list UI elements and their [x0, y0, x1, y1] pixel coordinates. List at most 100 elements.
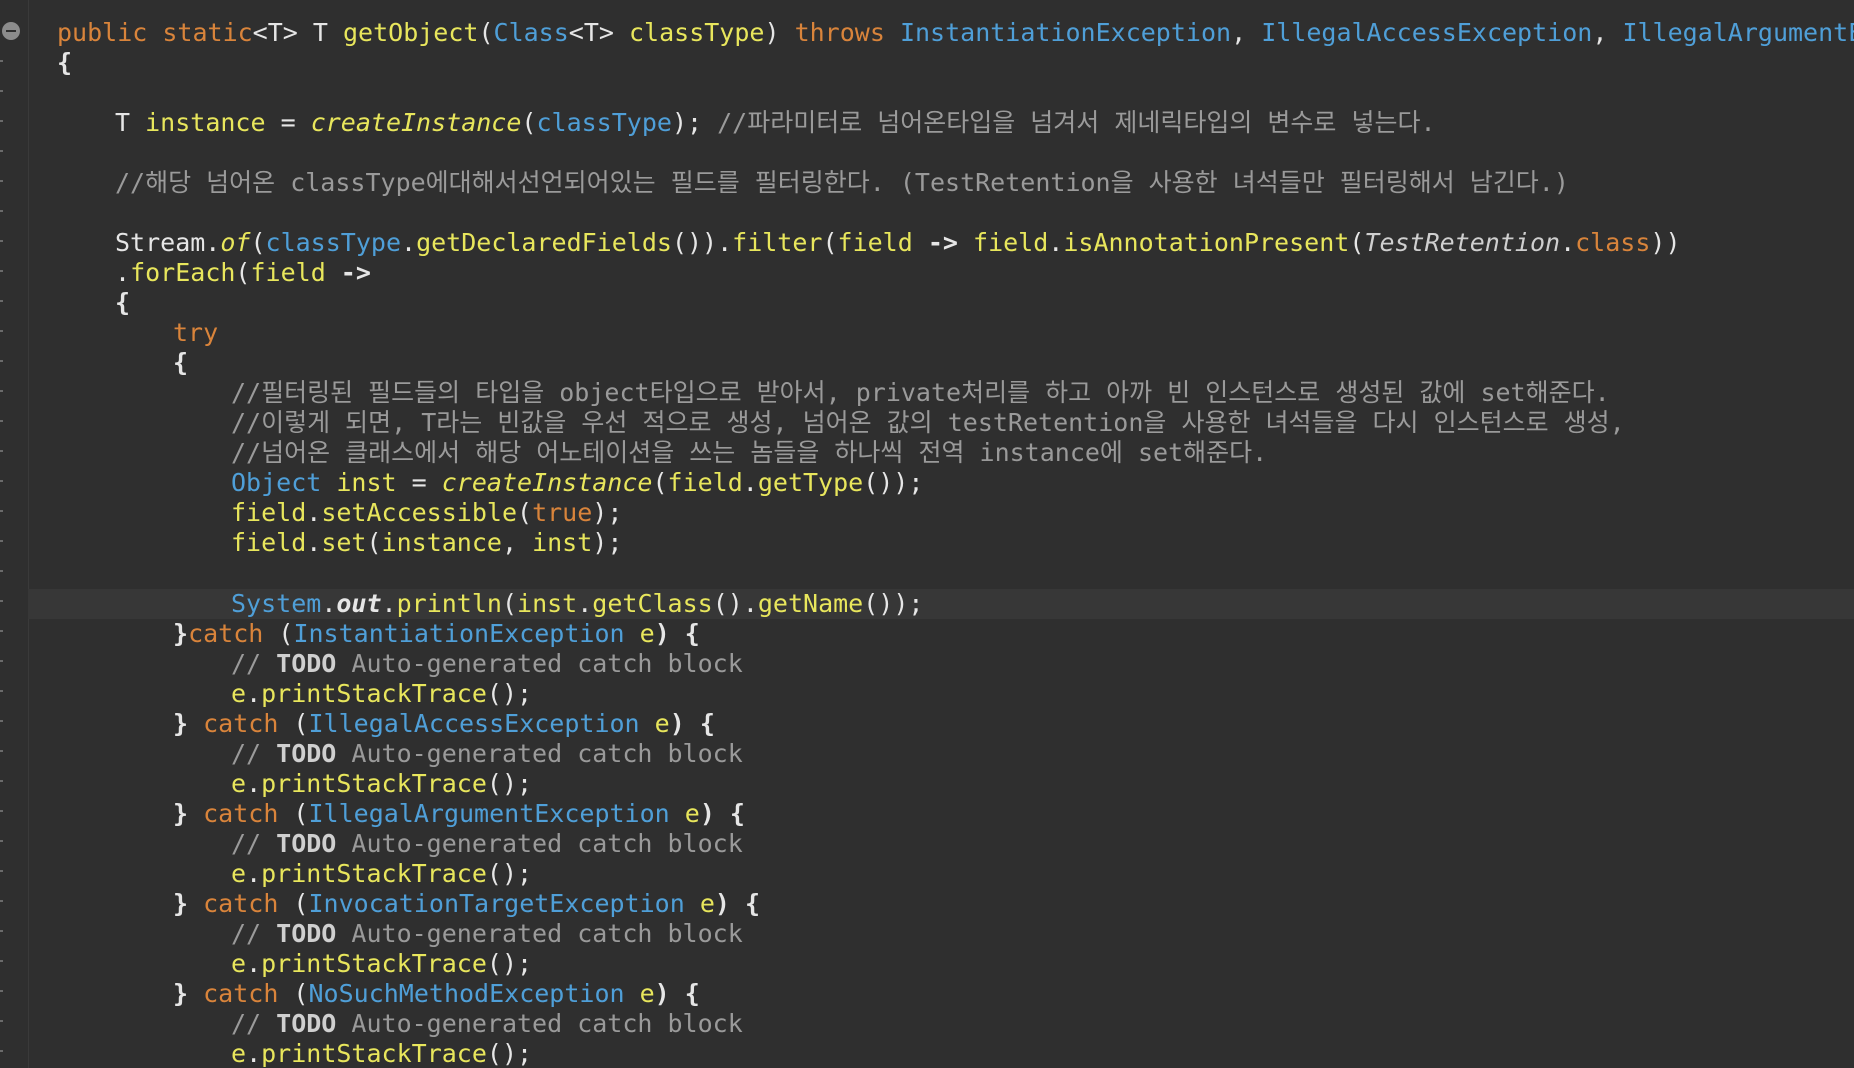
brace: ) {: [654, 979, 700, 1008]
code-line-6[interactable]: .forEach(field ->: [115, 258, 371, 288]
paren: ();: [486, 769, 533, 798]
arrow: ->: [912, 228, 974, 257]
operator: =: [396, 468, 442, 497]
code-line-14[interactable]: field.setAccessible(true);: [231, 498, 622, 528]
variable: e: [231, 949, 247, 978]
todo-comment-4[interactable]: // TODO Auto-generated catch block: [231, 919, 743, 949]
brace: ) {: [714, 889, 761, 918]
gutter-tick: [0, 570, 3, 572]
annotation-type: TestRetention: [1364, 228, 1561, 257]
print-line-2[interactable]: e.printStackTrace();: [231, 769, 532, 799]
keyword: catch: [203, 979, 279, 1008]
code-line-13[interactable]: Object inst = createInstance(field.getTy…: [231, 468, 923, 498]
code-line-3[interactable]: T instance = createInstance(classType); …: [115, 108, 1436, 138]
code-line-2[interactable]: {: [57, 48, 72, 78]
paren: ();: [486, 1039, 533, 1068]
print-line-1[interactable]: e.printStackTrace();: [231, 679, 532, 709]
gutter-tick: [0, 60, 3, 62]
arrow: ->: [325, 258, 371, 287]
keyword: throws: [794, 18, 900, 47]
todo-comment-2[interactable]: // TODO Auto-generated catch block: [231, 739, 743, 769]
print-line-3[interactable]: e.printStackTrace();: [231, 859, 532, 889]
code-line-8[interactable]: try: [173, 318, 218, 348]
gutter-tick: [0, 180, 3, 182]
brace: {: [173, 348, 189, 377]
gutter-tick: [0, 900, 3, 902]
code-line-17[interactable]: System.out.println(inst.getClass().getNa…: [231, 589, 923, 619]
paren: (: [478, 18, 494, 47]
todo-comment-1[interactable]: // TODO Auto-generated catch block: [231, 649, 743, 679]
comma: ,: [1592, 18, 1623, 47]
gutter-tick: [0, 390, 3, 392]
print-line-5[interactable]: e.printStackTrace();: [231, 1039, 532, 1068]
type: Class: [493, 18, 569, 47]
argument: classType: [536, 108, 672, 137]
dot: .: [381, 589, 397, 618]
exception-type: NoSuchMethodException: [308, 979, 625, 1008]
paren: (: [517, 498, 533, 527]
gutter-tick: [0, 270, 3, 272]
comment: Auto-generated catch block: [336, 739, 743, 768]
print-line-4[interactable]: e.printStackTrace();: [231, 949, 532, 979]
code-line-9[interactable]: {: [173, 348, 188, 378]
operator: =: [265, 108, 311, 137]
paren: );: [592, 528, 623, 557]
code-line-4-comment[interactable]: //해당 넘어온 classType에대해서선언되어있는 필드를 필터링한다. …: [115, 168, 1569, 198]
brace: }: [173, 619, 189, 648]
catch-line-1[interactable]: }catch (InstantiationException e) {: [173, 619, 700, 649]
variable: e: [639, 709, 670, 738]
gutter-tick: [0, 840, 3, 842]
lambda-param: field: [837, 228, 913, 257]
gutter-tick: [0, 600, 3, 602]
catch-line-4[interactable]: } catch (InvocationTargetException e) {: [173, 889, 760, 919]
paren: );: [671, 108, 718, 137]
comment: //: [231, 649, 277, 678]
code-line-11-comment[interactable]: //이렇게 되면, T라는 빈값을 우선 적으로 생성, 넘어온 값의 test…: [231, 408, 1625, 438]
dot: .: [246, 769, 262, 798]
method-call: set: [321, 528, 367, 557]
code-line-5[interactable]: Stream.of(classType.getDeclaredFields())…: [115, 228, 1681, 258]
todo-comment-5[interactable]: // TODO Auto-generated catch block: [231, 1009, 743, 1039]
paren: (: [501, 589, 518, 618]
todo-tag: TODO: [276, 829, 337, 858]
code-line-15[interactable]: field.set(instance, inst);: [231, 528, 622, 558]
static-method: of: [220, 228, 251, 257]
variable: e: [231, 859, 247, 888]
catch-line-2[interactable]: } catch (IllegalAccessException e) {: [173, 709, 715, 739]
method-call: printStackTrace: [261, 859, 487, 888]
lambda-param: field: [250, 258, 326, 287]
collapse-minus-icon[interactable]: [2, 22, 20, 40]
catch-line-5[interactable]: } catch (NoSuchMethodException e) {: [173, 979, 700, 1009]
variable: field: [973, 228, 1049, 257]
paren: );: [592, 498, 623, 527]
code-line-10-comment[interactable]: //필터링된 필드들의 타입을 object타입으로 받아서, private처…: [231, 378, 1610, 408]
brace: {: [57, 48, 73, 77]
code-line-12-comment[interactable]: //넘어온 클래스에서 해당 어노테이션을 쓰는 놈들을 하나씩 전역 inst…: [231, 438, 1267, 468]
code-editor[interactable]: public static<T> T getObject(Class<T> cl…: [0, 0, 1854, 1068]
comment: //파라미터로 넘어온타입을 넘겨서 제네릭타입의 변수로 넣는다.: [717, 108, 1436, 137]
static-field: out: [336, 589, 382, 618]
gutter-tick: [0, 930, 3, 932]
gutter-tick: [0, 780, 3, 782]
brace: {: [115, 288, 131, 317]
code-line-1[interactable]: public static<T> T getObject(Class<T> cl…: [57, 18, 1854, 48]
method-name: getObject: [342, 18, 479, 47]
variable: instance: [381, 528, 502, 557]
paren: ());: [863, 589, 924, 618]
method-call: printStackTrace: [261, 949, 487, 978]
todo-tag: TODO: [276, 919, 337, 948]
method-call: createInstance: [441, 468, 653, 497]
brace: ) {: [654, 619, 700, 648]
gutter-tick: [0, 420, 3, 422]
paren: ();: [486, 949, 533, 978]
dot: .: [577, 589, 593, 618]
todo-comment-3[interactable]: // TODO Auto-generated catch block: [231, 829, 743, 859]
comment: //: [231, 829, 277, 858]
catch-line-3[interactable]: } catch (IllegalArgumentException e) {: [173, 799, 745, 829]
gutter-tick: [0, 630, 3, 632]
code-line-7[interactable]: {: [115, 288, 130, 318]
keyword: class: [1575, 228, 1651, 257]
method-call: createInstance: [310, 108, 522, 137]
comment: //: [231, 739, 277, 768]
gutter-tick: [0, 150, 3, 152]
